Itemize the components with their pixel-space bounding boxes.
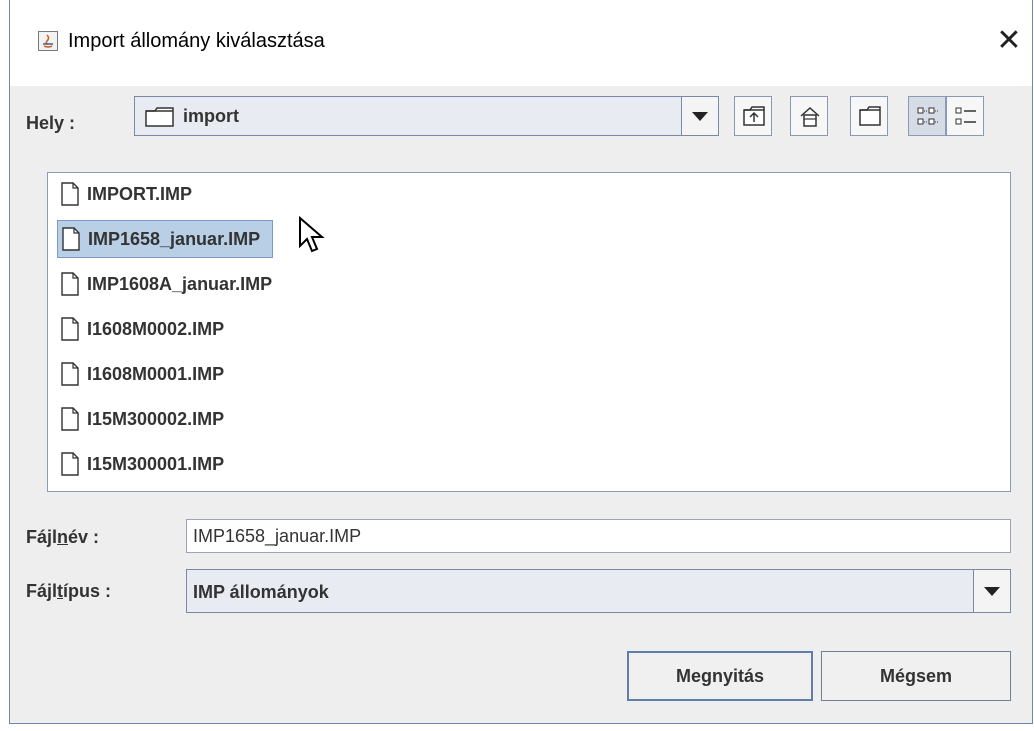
window-title: Import állomány kiválasztása [68, 30, 325, 52]
home-icon [800, 106, 820, 127]
list-view-icon [917, 107, 938, 125]
open-button[interactable]: Megnyitás [627, 651, 813, 701]
filetype-value: IMP állományok [193, 582, 329, 602]
file-chooser-dialog: Import állomány kiválasztása ✕ Hely : im… [9, 0, 1033, 724]
file-name: I15M300002.IMP [87, 408, 225, 429]
file-name: I15M300001.IMP [87, 453, 225, 474]
file-icon [61, 272, 79, 296]
folder-icon [145, 107, 175, 132]
title-bar: Import állomány kiválasztása ✕ [10, 0, 1032, 86]
file-list[interactable]: IMPORT.IMP IMP1658_januar.IMP IMP1608A_jan… [47, 172, 1011, 492]
details-view-icon [955, 107, 976, 125]
file-name: IMP1608A_januar.IMP [87, 273, 273, 294]
new-folder-icon [859, 106, 881, 126]
file-list-item[interactable]: IMPORT.IMP [57, 175, 204, 213]
chevron-down-icon[interactable] [973, 570, 1010, 612]
file-list-item[interactable]: I1608M0001.IMP [57, 355, 236, 393]
file-name: I1608M0002.IMP [87, 318, 225, 339]
home-button[interactable] [790, 96, 828, 136]
file-icon [61, 182, 79, 206]
location-combo[interactable]: import [134, 96, 719, 136]
file-icon [62, 227, 80, 251]
file-icon [61, 317, 79, 341]
mouse-cursor-icon [299, 216, 325, 253]
file-icon [61, 362, 79, 386]
filetype-label: Fájltípus : [26, 581, 112, 601]
new-folder-button[interactable] [850, 96, 888, 136]
list-view-button[interactable] [908, 96, 946, 136]
location-value: import [183, 106, 239, 126]
file-list-item[interactable]: IMP1608A_januar.IMP [57, 265, 284, 303]
cancel-button[interactable]: Mégsem [821, 651, 1011, 701]
file-name: IMPORT.IMP [87, 183, 193, 204]
filename-input[interactable]: IMP1658_januar.IMP [186, 519, 1011, 553]
file-list-item[interactable]: IMP1658_januar.IMP [57, 220, 274, 258]
file-name: IMP1658_januar.IMP [88, 228, 261, 249]
file-name: I1608M0001.IMP [87, 363, 225, 384]
file-list-item[interactable]: I15M300002.IMP [57, 400, 236, 438]
file-icon [61, 452, 79, 476]
close-button[interactable]: ✕ [986, 18, 1032, 64]
file-icon [61, 407, 79, 431]
java-icon [38, 31, 58, 51]
up-folder-button[interactable] [734, 96, 772, 136]
details-view-button[interactable] [946, 96, 984, 136]
up-folder-icon [743, 106, 765, 126]
file-list-item[interactable]: I1608M0002.IMP [57, 310, 236, 348]
filetype-combo[interactable]: IMP állományok [186, 569, 1011, 613]
filename-label: Fájlnév : [26, 527, 100, 547]
chevron-down-icon[interactable] [681, 97, 718, 135]
location-label: Hely : [26, 113, 76, 133]
file-list-item[interactable]: I15M300001.IMP [57, 445, 236, 483]
